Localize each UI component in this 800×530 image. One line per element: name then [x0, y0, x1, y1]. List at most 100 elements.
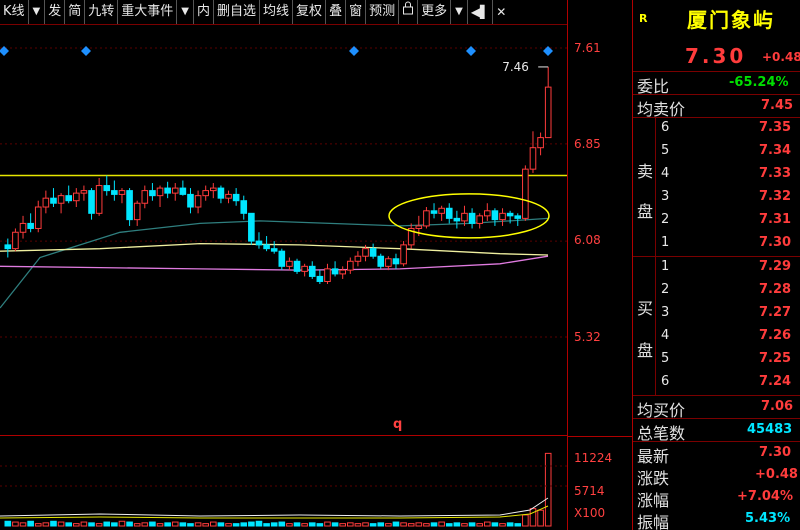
buy-price[interactable]: 7.25: [759, 351, 791, 366]
volume-bar: [248, 521, 255, 527]
toolbar-more-button[interactable]: 更多: [418, 0, 452, 24]
sell-price[interactable]: 7.30: [759, 235, 791, 250]
toolbar-kline-button[interactable]: K线: [0, 0, 29, 24]
toolbar-ma-button[interactable]: 均线: [260, 0, 294, 24]
toolbar-major-events-button[interactable]: 重大事件: [118, 0, 178, 24]
chart-toolbar: K线 ▼ 发 简 九转 重大事件 ▼ 内 删自选 均线 复权 叠 窗 预测 更多…: [0, 0, 567, 25]
avg-sell-label: 均卖价: [637, 100, 686, 119]
buy-level: 1: [661, 259, 670, 274]
volume-bar: [461, 523, 468, 527]
price-axis: 7.61 6.85 6.08 5.32 11224 5714 X100: [567, 0, 632, 530]
weibi-row: 委比 -65.24%: [633, 72, 800, 96]
candle-body: [248, 212, 255, 242]
candle-body: [141, 190, 149, 204]
volume-bar: [57, 521, 65, 527]
toolbar-window-button[interactable]: 窗: [346, 0, 367, 24]
volume-bar: [12, 521, 19, 527]
sell-price[interactable]: 7.31: [759, 212, 791, 227]
toolbar-jiuzhuan-button[interactable]: 九转: [85, 0, 119, 24]
weibi-label: 委比: [637, 77, 670, 96]
lock-icon[interactable]: [399, 0, 419, 24]
buy-level: 2: [661, 282, 670, 297]
toolbar-jian-button[interactable]: 简: [65, 0, 86, 24]
zhenfu-label: 振幅: [637, 513, 670, 530]
candle-body: [232, 193, 240, 202]
volume-bar: [65, 522, 72, 527]
candle-body: [217, 187, 225, 199]
candle-body: [194, 195, 202, 208]
zhenfu-value: 5.43%: [745, 511, 791, 526]
buy-price[interactable]: 7.24: [759, 374, 791, 389]
candle-body: [438, 207, 445, 214]
candle-body: [103, 185, 111, 192]
candle-body: [491, 210, 499, 221]
volume-bar: [362, 522, 369, 527]
candle-body: [240, 200, 248, 214]
volume-bar: [19, 522, 27, 527]
avg-buy-row: 均买价 7.06: [633, 396, 800, 420]
price-header: 7.30 +0.48: [633, 44, 800, 72]
candle-body: [187, 193, 194, 208]
toolbar-nei-button[interactable]: 内: [194, 0, 215, 24]
sell-level: 5: [661, 143, 670, 158]
candle-body: [4, 244, 12, 250]
ma-magenta-line: [0, 255, 549, 271]
volume-bar: [339, 523, 346, 527]
toolbar-adjust-button[interactable]: 复权: [293, 0, 327, 24]
candle-body: [65, 195, 72, 202]
book-divider: [655, 118, 656, 256]
toolbar-fa-button[interactable]: 发: [45, 0, 66, 24]
sell-price[interactable]: 7.32: [759, 189, 791, 204]
axis-divider: [568, 436, 632, 437]
candle-body: [34, 206, 42, 229]
candle-body: [27, 222, 34, 229]
candle-body: [118, 190, 126, 195]
volume-bar: [126, 521, 133, 527]
volume-bar: [111, 522, 118, 527]
volume-bar: [263, 523, 270, 527]
candle-body: [133, 202, 141, 221]
toolbar-overlay-button[interactable]: 叠: [326, 0, 347, 24]
toolbar-forecast-button[interactable]: 预测: [366, 0, 400, 24]
candle-body: [73, 192, 80, 202]
candle-body: [461, 212, 468, 222]
zhangdie-row: 涨跌 +0.48: [633, 464, 800, 488]
volume-bar: [544, 452, 552, 527]
price-tick-label: 6.85: [574, 137, 601, 151]
zhangdie-value: +0.48: [755, 467, 798, 482]
sell-price[interactable]: 7.35: [759, 120, 791, 135]
volume-bar: [232, 523, 240, 527]
candle-body: [88, 190, 95, 214]
more-dropdown-icon[interactable]: ▼: [451, 0, 468, 24]
candle-body: [476, 215, 483, 224]
buy-price[interactable]: 7.27: [759, 305, 791, 320]
close-icon[interactable]: ✕: [493, 0, 509, 24]
candlestick-chart[interactable]: 7.46 q: [0, 24, 567, 436]
sell-price[interactable]: 7.33: [759, 166, 791, 181]
volume-chart[interactable]: [0, 436, 567, 530]
candle-body: [278, 250, 286, 267]
sell-level: 3: [661, 189, 670, 204]
volume-bar: [354, 523, 362, 527]
avg-buy-label: 均买价: [637, 401, 686, 420]
sell-price[interactable]: 7.34: [759, 143, 791, 158]
events-dropdown-icon[interactable]: ▼: [177, 0, 194, 24]
candle-body: [202, 190, 209, 197]
buy-price[interactable]: 7.29: [759, 259, 791, 274]
buy-price[interactable]: 7.26: [759, 328, 791, 343]
price-tick-label: 6.08: [574, 233, 601, 247]
volume-ma-white: [0, 497, 549, 517]
candle-body: [164, 187, 171, 194]
buy-price[interactable]: 7.28: [759, 282, 791, 297]
candle-body: [537, 137, 544, 149]
pin-icon[interactable]: ◀▌: [468, 0, 494, 24]
toolbar-remove-watchlist-button[interactable]: 删自选: [214, 0, 261, 24]
candle-body: [57, 195, 65, 204]
volume-bar: [445, 523, 453, 527]
candle-body: [171, 187, 179, 194]
sell-book: 卖 盘 6 7.35 5 7.34 4 7.33 3 7.32 2 7.31 1 7.30: [633, 118, 800, 257]
candle-body: [529, 147, 537, 170]
price-tick-label: 5.32: [574, 330, 601, 344]
candle-body: [354, 255, 362, 262]
kline-dropdown-icon[interactable]: ▼: [29, 0, 46, 24]
